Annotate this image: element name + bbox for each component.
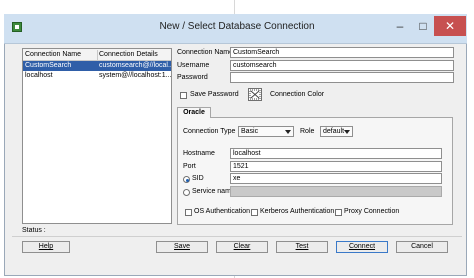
cancel-button[interactable]: Cancel — [396, 241, 448, 253]
save-button[interactable]: Save — [156, 241, 208, 253]
sid-label: SID — [192, 175, 204, 182]
connection-type-label: Connection Type — [183, 128, 236, 135]
password-label: Password — [177, 74, 208, 81]
clear-button[interactable]: Clear — [216, 241, 268, 253]
username-label: Username — [177, 62, 210, 69]
proxy-connection-checkbox[interactable] — [335, 209, 342, 216]
connect-button-label: Connect — [348, 243, 376, 250]
username-field[interactable]: customsearch — [230, 60, 454, 71]
chevron-down-icon — [344, 130, 350, 134]
service-name-radio[interactable] — [183, 189, 190, 196]
row-name: CustomSearch — [25, 62, 72, 69]
column-header-details[interactable]: Connection Details — [97, 50, 171, 60]
service-name-label: Service name — [192, 188, 235, 195]
maximize-icon: □ — [419, 19, 427, 33]
kerberos-authentication-label: Kerberos Authentication — [260, 208, 335, 215]
connection-type-select[interactable]: Basic — [238, 126, 294, 137]
chevron-down-icon — [285, 130, 291, 134]
hostname-field[interactable]: localhost — [230, 148, 442, 159]
help-button-label: Help — [38, 243, 54, 250]
connection-name-field[interactable]: CustomSearch — [230, 47, 454, 58]
role-select[interactable]: default — [320, 126, 353, 137]
tab-oracle[interactable]: Oracle — [177, 107, 211, 118]
maximize-button[interactable]: □ — [412, 16, 434, 36]
role-label: Role — [300, 128, 315, 135]
port-field[interactable]: 1521 — [230, 161, 442, 172]
column-header-name[interactable]: Connection Name — [23, 50, 98, 60]
connect-button[interactable]: Connect — [336, 241, 388, 253]
hostname-label: Hostname — [183, 150, 215, 157]
close-button[interactable]: ✕ — [434, 16, 466, 36]
kerberos-authentication-checkbox[interactable] — [251, 209, 258, 216]
sid-radio[interactable] — [183, 176, 190, 183]
row-name: localhost — [25, 72, 53, 79]
list-row[interactable]: localhost system@//localhost:1... — [23, 71, 171, 81]
sid-field[interactable]: xe — [230, 173, 442, 184]
service-name-field[interactable] — [230, 186, 442, 197]
close-icon: ✕ — [444, 19, 456, 33]
save-password-checkbox[interactable] — [180, 92, 187, 99]
help-button[interactable]: Help — [22, 241, 70, 253]
save-button-label: Save — [174, 243, 190, 250]
row-details: system@//localhost:1... — [99, 72, 171, 79]
proxy-connection-label: Proxy Connection — [344, 208, 400, 215]
color-swatch-icon — [249, 89, 261, 100]
connection-color-button[interactable] — [248, 88, 262, 101]
row-details: customsearch@//local... — [99, 62, 171, 69]
test-button-label: Test — [295, 243, 309, 250]
os-authentication-label: OS Authentication — [194, 208, 251, 215]
connection-list[interactable]: Connection Name Connection Details Custo… — [22, 48, 172, 224]
test-button[interactable]: Test — [276, 241, 328, 253]
connection-color-label: Connection Color — [270, 91, 325, 98]
connection-type-value: Basic — [241, 128, 259, 135]
status-label: Status : — [22, 227, 46, 234]
minimize-button[interactable]: – — [388, 16, 412, 36]
separator — [12, 236, 462, 237]
save-password-label: Save Password — [190, 91, 239, 98]
port-label: Port — [183, 163, 196, 170]
minimize-icon: – — [396, 19, 404, 33]
os-authentication-checkbox[interactable] — [185, 209, 192, 216]
role-value: default — [323, 128, 345, 135]
connection-name-label: Connection Name — [177, 49, 234, 56]
list-header: Connection Name Connection Details — [23, 49, 171, 61]
cancel-button-label: Cancel — [411, 243, 433, 250]
password-field[interactable] — [230, 72, 454, 83]
clear-button-label: Clear — [233, 243, 251, 250]
list-row[interactable]: CustomSearch customsearch@//local... — [23, 61, 171, 71]
